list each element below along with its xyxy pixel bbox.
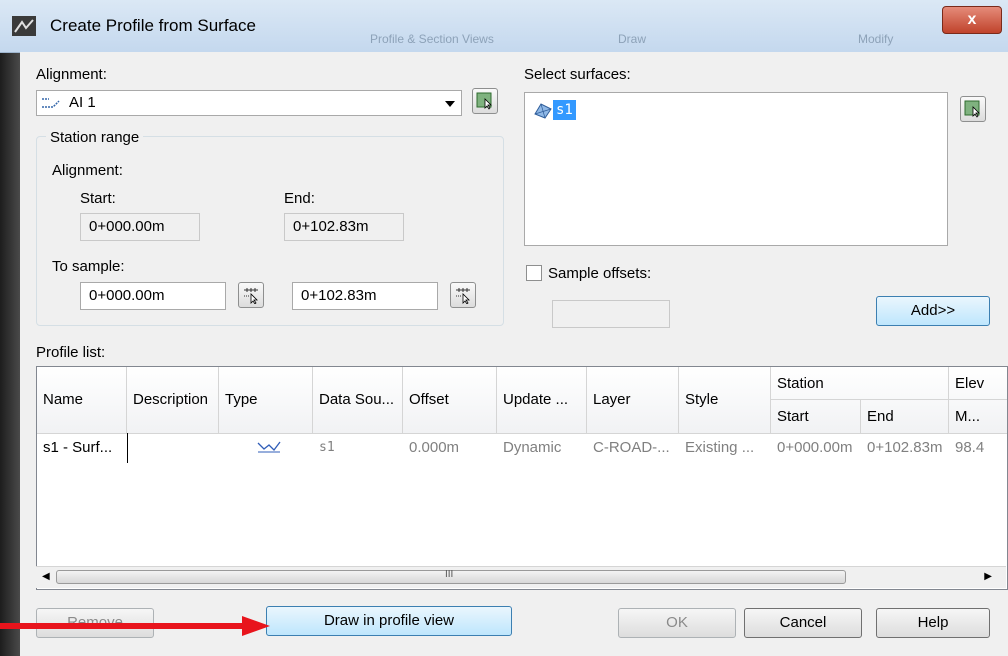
column-header-end[interactable]: End: [861, 400, 949, 433]
pick-alignment-button[interactable]: [472, 88, 498, 114]
end-label: End:: [284, 190, 315, 207]
surface-name: s1: [553, 100, 576, 120]
station-range-title: Station range: [46, 129, 144, 146]
alignment-start-field: 0+000.00m: [80, 213, 200, 241]
annotation-arrow: [0, 616, 270, 636]
scroll-grip: III: [445, 569, 454, 580]
pick-from-drawing-icon: [964, 100, 980, 118]
cancel-button[interactable]: Cancel: [744, 608, 862, 638]
cell-elevation[interactable]: 98.4: [949, 433, 1007, 463]
column-header-elev-min[interactable]: M...: [949, 400, 1007, 433]
column-header-update-mode[interactable]: Update ...: [497, 367, 587, 433]
sample-offsets-input[interactable]: [552, 300, 670, 328]
sample-offsets-checkbox[interactable]: [526, 265, 542, 281]
scroll-right-icon[interactable]: ▶: [984, 571, 992, 582]
background-tab: Draw: [618, 32, 647, 46]
draw-in-profile-view-button[interactable]: Draw in profile view: [266, 606, 512, 636]
column-header-data-source[interactable]: Data Sou...: [313, 367, 403, 433]
alignment-dropdown[interactable]: AI 1: [36, 90, 462, 116]
station-alignment-label: Alignment:: [52, 162, 123, 179]
surface-icon: [534, 103, 552, 119]
window-title: Create Profile from Surface: [50, 16, 256, 35]
sample-offsets-label: Sample offsets:: [548, 265, 652, 282]
profile-list-table[interactable]: Name Description Type Data Sou... Offset…: [36, 366, 1008, 590]
pick-from-drawing-icon: [476, 92, 492, 110]
column-group-station: Station: [771, 367, 949, 400]
cell-end[interactable]: 0+102.83m: [861, 433, 949, 463]
cell-type[interactable]: [219, 433, 313, 463]
cell-start[interactable]: 0+000.00m: [771, 433, 861, 463]
pick-end-station-button[interactable]: [450, 282, 476, 308]
start-label: Start:: [80, 190, 116, 207]
surfaces-list[interactable]: s1: [524, 92, 948, 246]
horizontal-scrollbar[interactable]: ◀ III ▶: [36, 566, 1006, 588]
pick-start-station-button[interactable]: [238, 282, 264, 308]
profile-line-icon: [257, 441, 281, 453]
cell-style[interactable]: Existing ...: [679, 433, 771, 463]
background-tab: Modify: [858, 32, 894, 46]
column-header-name[interactable]: Name: [37, 367, 127, 433]
alignment-value: AI 1: [69, 94, 96, 111]
alignment-icon: [42, 98, 60, 108]
pick-station-icon: [244, 288, 258, 304]
scroll-left-icon[interactable]: ◀: [42, 571, 50, 582]
select-surfaces-label: Select surfaces:: [524, 66, 631, 83]
column-header-layer[interactable]: Layer: [587, 367, 679, 433]
profile-list-label: Profile list:: [36, 344, 106, 361]
column-header-offset[interactable]: Offset: [403, 367, 497, 433]
title-bar: Create Profile from Surface Profile & Se…: [0, 0, 1008, 53]
alignment-label: Alignment:: [36, 66, 107, 83]
cell-data-source[interactable]: s1: [313, 433, 403, 463]
alignment-end-field: 0+102.83m: [284, 213, 404, 241]
table-header: Name Description Type Data Sou... Offset…: [37, 367, 1007, 434]
ok-button[interactable]: OK: [618, 608, 736, 638]
column-header-style[interactable]: Style: [679, 367, 771, 433]
chevron-down-icon[interactable]: [445, 101, 455, 107]
add-button[interactable]: Add>>: [876, 296, 990, 326]
background-app-strip: [0, 52, 20, 656]
sample-end-input[interactable]: 0+102.83m: [292, 282, 438, 310]
list-item[interactable]: s1: [533, 99, 576, 121]
cell-update-mode[interactable]: Dynamic: [497, 433, 587, 463]
to-sample-label: To sample:: [52, 258, 125, 275]
column-header-start[interactable]: Start: [771, 400, 861, 433]
sample-start-input[interactable]: 0+000.00m: [80, 282, 226, 310]
column-header-description[interactable]: Description: [127, 367, 219, 433]
pick-station-icon: [456, 288, 470, 304]
cell-name[interactable]: s1 - Surf...: [37, 433, 127, 463]
close-button[interactable]: x: [942, 6, 1002, 34]
pick-surface-button[interactable]: [960, 96, 986, 122]
cell-layer[interactable]: C-ROAD-...: [587, 433, 679, 463]
background-tab: Profile & Section Views: [370, 32, 494, 46]
scrollbar-thumb[interactable]: III: [56, 569, 846, 584]
column-header-type[interactable]: Type: [219, 367, 313, 433]
cell-description[interactable]: [127, 433, 219, 463]
column-group-elevation: Elev: [949, 367, 1007, 400]
help-button[interactable]: Help: [876, 608, 990, 638]
civil3d-app-icon: [12, 16, 36, 36]
cell-offset[interactable]: 0.000m: [403, 433, 497, 463]
